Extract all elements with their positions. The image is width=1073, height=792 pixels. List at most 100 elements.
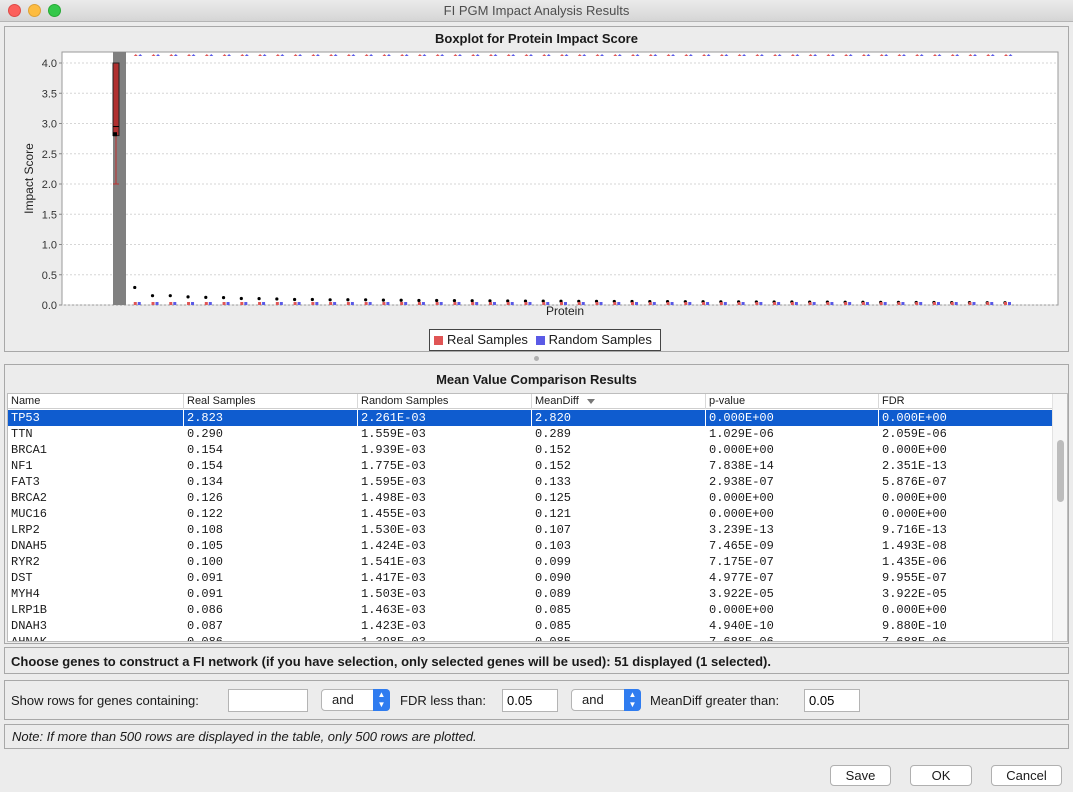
- column-header-label: FDR: [882, 395, 905, 407]
- table-row[interactable]: TP53 2.823 2.261E-03 2.820 0.000E+00 0.000E+0…: [8, 410, 1053, 426]
- column-header[interactable]: MeanDiff: [532, 394, 706, 409]
- table-cell: 4.977E-07: [709, 571, 774, 585]
- real-box: [968, 302, 972, 305]
- random-box: [759, 302, 763, 305]
- table-row[interactable]: BRCA2 0.126 1.498E-03 0.125 0.000E+00 0.000E+…: [8, 490, 1053, 506]
- table-row[interactable]: LRP2 0.108 1.530E-03 0.107 3.239E-13 9.716E-1…: [8, 522, 1053, 538]
- dialog-window: FI PGM Impact Analysis Results Boxplot f…: [0, 0, 1073, 792]
- real-box: [151, 302, 155, 305]
- real-box: [595, 302, 599, 305]
- table-cell: 5.876E-07: [882, 475, 947, 489]
- table-row[interactable]: MUC16 0.122 1.455E-03 0.121 0.000E+00 0.000E+…: [8, 506, 1053, 522]
- y-tick-label: 4.0: [42, 58, 57, 70]
- column-header[interactable]: Name: [8, 394, 184, 409]
- real-box: [240, 302, 244, 305]
- real-box: [169, 302, 173, 305]
- random-box: [723, 302, 727, 305]
- real-box: [471, 302, 475, 305]
- table-cell: 0.089: [535, 587, 572, 601]
- table-row[interactable]: BRCA1 0.154 1.939E-03 0.152 0.000E+00 0.000E+…: [8, 442, 1053, 458]
- table-cell: 0.100: [187, 555, 224, 569]
- y-tick-label: 1.0: [42, 240, 57, 252]
- real-box: [258, 302, 262, 305]
- real-box: [719, 302, 723, 305]
- table-row[interactable]: DST 0.091 1.417E-03 0.090 4.977E-07 9.955E-07: [8, 570, 1053, 586]
- table-cell: DNAH5: [11, 539, 48, 553]
- table-cell: 0.125: [535, 491, 572, 505]
- real-box: [187, 302, 191, 305]
- note-panel: Note: If more than 500 rows are displaye…: [4, 724, 1069, 749]
- column-header[interactable]: p-value: [706, 394, 879, 409]
- table-cell: 0.103: [535, 539, 572, 553]
- table-row[interactable]: FAT3 0.134 1.595E-03 0.133 2.938E-07 5.876E-0…: [8, 474, 1053, 490]
- logic-select-2-value: and: [582, 692, 604, 707]
- table-header: Name Real Samples Random Samples MeanDiff p-…: [8, 394, 1053, 409]
- table-row[interactable]: DNAH5 0.105 1.424E-03 0.103 7.465E-09 1.493E-…: [8, 538, 1053, 554]
- logic-select-2[interactable]: and ▲ ▼: [571, 689, 641, 711]
- logic-select-1[interactable]: and ▲ ▼: [321, 689, 390, 711]
- table-cell: 0.000E+00: [882, 507, 947, 521]
- cancel-button[interactable]: Cancel: [991, 765, 1062, 786]
- column-header[interactable]: Real Samples: [184, 394, 358, 409]
- table-cell: 1.493E-08: [882, 539, 947, 553]
- table-cell: RYR2: [11, 555, 40, 569]
- mean-point: [275, 297, 279, 301]
- split-pane-divider[interactable]: [534, 356, 539, 361]
- mean-point: [150, 294, 155, 298]
- table-cell: 7.175E-07: [709, 555, 774, 569]
- table-row[interactable]: MYH4 0.091 1.503E-03 0.089 3.922E-05 3.922E-0…: [8, 586, 1053, 602]
- column-header[interactable]: Random Samples: [358, 394, 532, 409]
- real-box: [861, 302, 865, 305]
- real-box: [844, 302, 848, 305]
- table-cell: 1.029E-06: [709, 427, 774, 441]
- random-box: [155, 302, 159, 305]
- y-axis-label: Impact Score: [22, 143, 36, 214]
- table-cell: 7.688E-06: [882, 635, 947, 642]
- save-button[interactable]: Save: [830, 765, 891, 786]
- random-box: [972, 302, 976, 305]
- real-box: [648, 302, 652, 305]
- random-box: [919, 302, 923, 305]
- mean-point: [470, 299, 474, 303]
- table-row[interactable]: DNAH3 0.087 1.423E-03 0.085 4.940E-10 9.880E-…: [8, 618, 1053, 634]
- genes-filter-input[interactable]: [228, 689, 308, 712]
- random-box: [439, 302, 443, 305]
- random-box: [883, 302, 887, 305]
- real-box: [488, 302, 492, 305]
- table-cell: 0.000E+00: [709, 443, 774, 457]
- results-table-panel: Mean Value Comparison Results Name Real S…: [4, 364, 1069, 644]
- mean-point: [381, 298, 385, 302]
- column-header-label: MeanDiff: [535, 395, 579, 407]
- real-box: [133, 302, 137, 305]
- table-row[interactable]: LRP1B 0.086 1.463E-03 0.085 0.000E+00 0.000E+…: [8, 602, 1053, 618]
- table-cell: 3.922E-05: [882, 587, 947, 601]
- meandiff-filter-input[interactable]: [804, 689, 860, 712]
- table-row[interactable]: NF1 0.154 1.775E-03 0.152 7.838E-14 2.351E-13: [8, 458, 1053, 474]
- table-cell: 2.823: [184, 410, 358, 426]
- vertical-scrollbar[interactable]: [1052, 394, 1067, 641]
- random-box: [546, 302, 550, 305]
- scrollbar-thumb[interactable]: [1057, 440, 1064, 502]
- table-row[interactable]: TTN 0.290 1.559E-03 0.289 1.029E-06 2.059E-06: [8, 426, 1053, 442]
- real-box: [613, 302, 617, 305]
- table-cell: 1.541E-03: [361, 555, 426, 569]
- fdr-filter-input[interactable]: [502, 689, 558, 712]
- table-cell: 1.559E-03: [361, 427, 426, 441]
- table-cell: 1.423E-03: [361, 619, 426, 633]
- table-cell: 1.775E-03: [361, 459, 426, 473]
- column-header[interactable]: FDR: [879, 394, 1053, 409]
- table-row[interactable]: RYR2 0.100 1.541E-03 0.099 7.175E-07 1.435E-0…: [8, 554, 1053, 570]
- random-box: [386, 302, 390, 305]
- table-cell: MYH4: [11, 587, 40, 601]
- table-cell: 0.000E+00: [709, 603, 774, 617]
- select-arrows-icon: ▲ ▼: [624, 689, 641, 711]
- table-cell: 1.424E-03: [361, 539, 426, 553]
- table-cell: 0.090: [535, 571, 572, 585]
- table-row[interactable]: AHNAK 0.086 1.398E-03 0.085 7.688E-06 7.688E-…: [8, 634, 1053, 642]
- ok-button[interactable]: OK: [910, 765, 972, 786]
- column-header-label: Real Samples: [187, 395, 256, 407]
- table-cell: 0.091: [187, 571, 224, 585]
- real-box: [542, 302, 546, 305]
- real-box: [755, 302, 759, 305]
- mean-point: [221, 296, 226, 300]
